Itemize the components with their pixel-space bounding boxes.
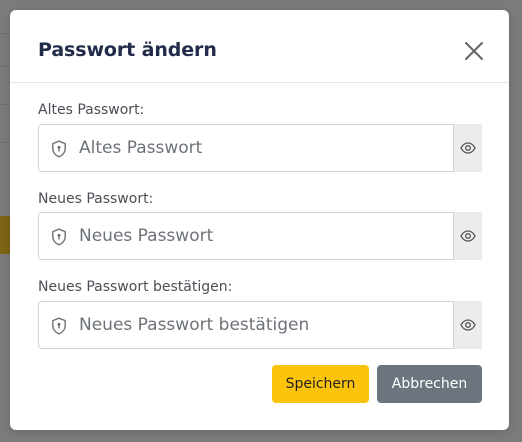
shield-lock-icon (51, 228, 67, 246)
save-button[interactable]: Speichern (272, 365, 369, 403)
shield-lock-icon (51, 317, 67, 335)
old-password-placeholder: Altes Passwort (79, 138, 203, 158)
old-password-field[interactable]: Altes Passwort (38, 124, 454, 172)
modal-title: Passwort ändern (38, 39, 217, 61)
old-password-group: Altes Passwort (38, 124, 482, 172)
confirm-password-label: Neues Passwort bestätigen: (38, 279, 233, 295)
confirm-password-group: Neues Passwort bestätigen (38, 301, 482, 349)
shield-lock-icon (51, 140, 67, 158)
new-password-label: Neues Passwort: (38, 191, 154, 207)
close-button[interactable] (463, 40, 485, 62)
confirm-password-visibility-toggle[interactable] (454, 301, 482, 349)
eye-icon (460, 142, 476, 154)
old-password-label: Altes Passwort: (38, 102, 145, 118)
modal-header: Passwort ändern (10, 10, 509, 83)
cancel-button[interactable]: Abbrechen (377, 365, 482, 403)
old-password-visibility-toggle[interactable] (454, 124, 482, 172)
eye-icon (460, 230, 476, 242)
change-password-modal: Passwort ändern Altes Passwort: Altes Pa… (10, 10, 509, 430)
confirm-password-placeholder: Neues Passwort bestätigen (79, 315, 310, 335)
new-password-visibility-toggle[interactable] (454, 212, 482, 260)
close-icon (465, 42, 483, 60)
new-password-field[interactable]: Neues Passwort (38, 212, 454, 260)
eye-icon (460, 319, 476, 331)
new-password-placeholder: Neues Passwort (79, 226, 214, 246)
confirm-password-field[interactable]: Neues Passwort bestätigen (38, 301, 454, 349)
new-password-group: Neues Passwort (38, 212, 482, 260)
